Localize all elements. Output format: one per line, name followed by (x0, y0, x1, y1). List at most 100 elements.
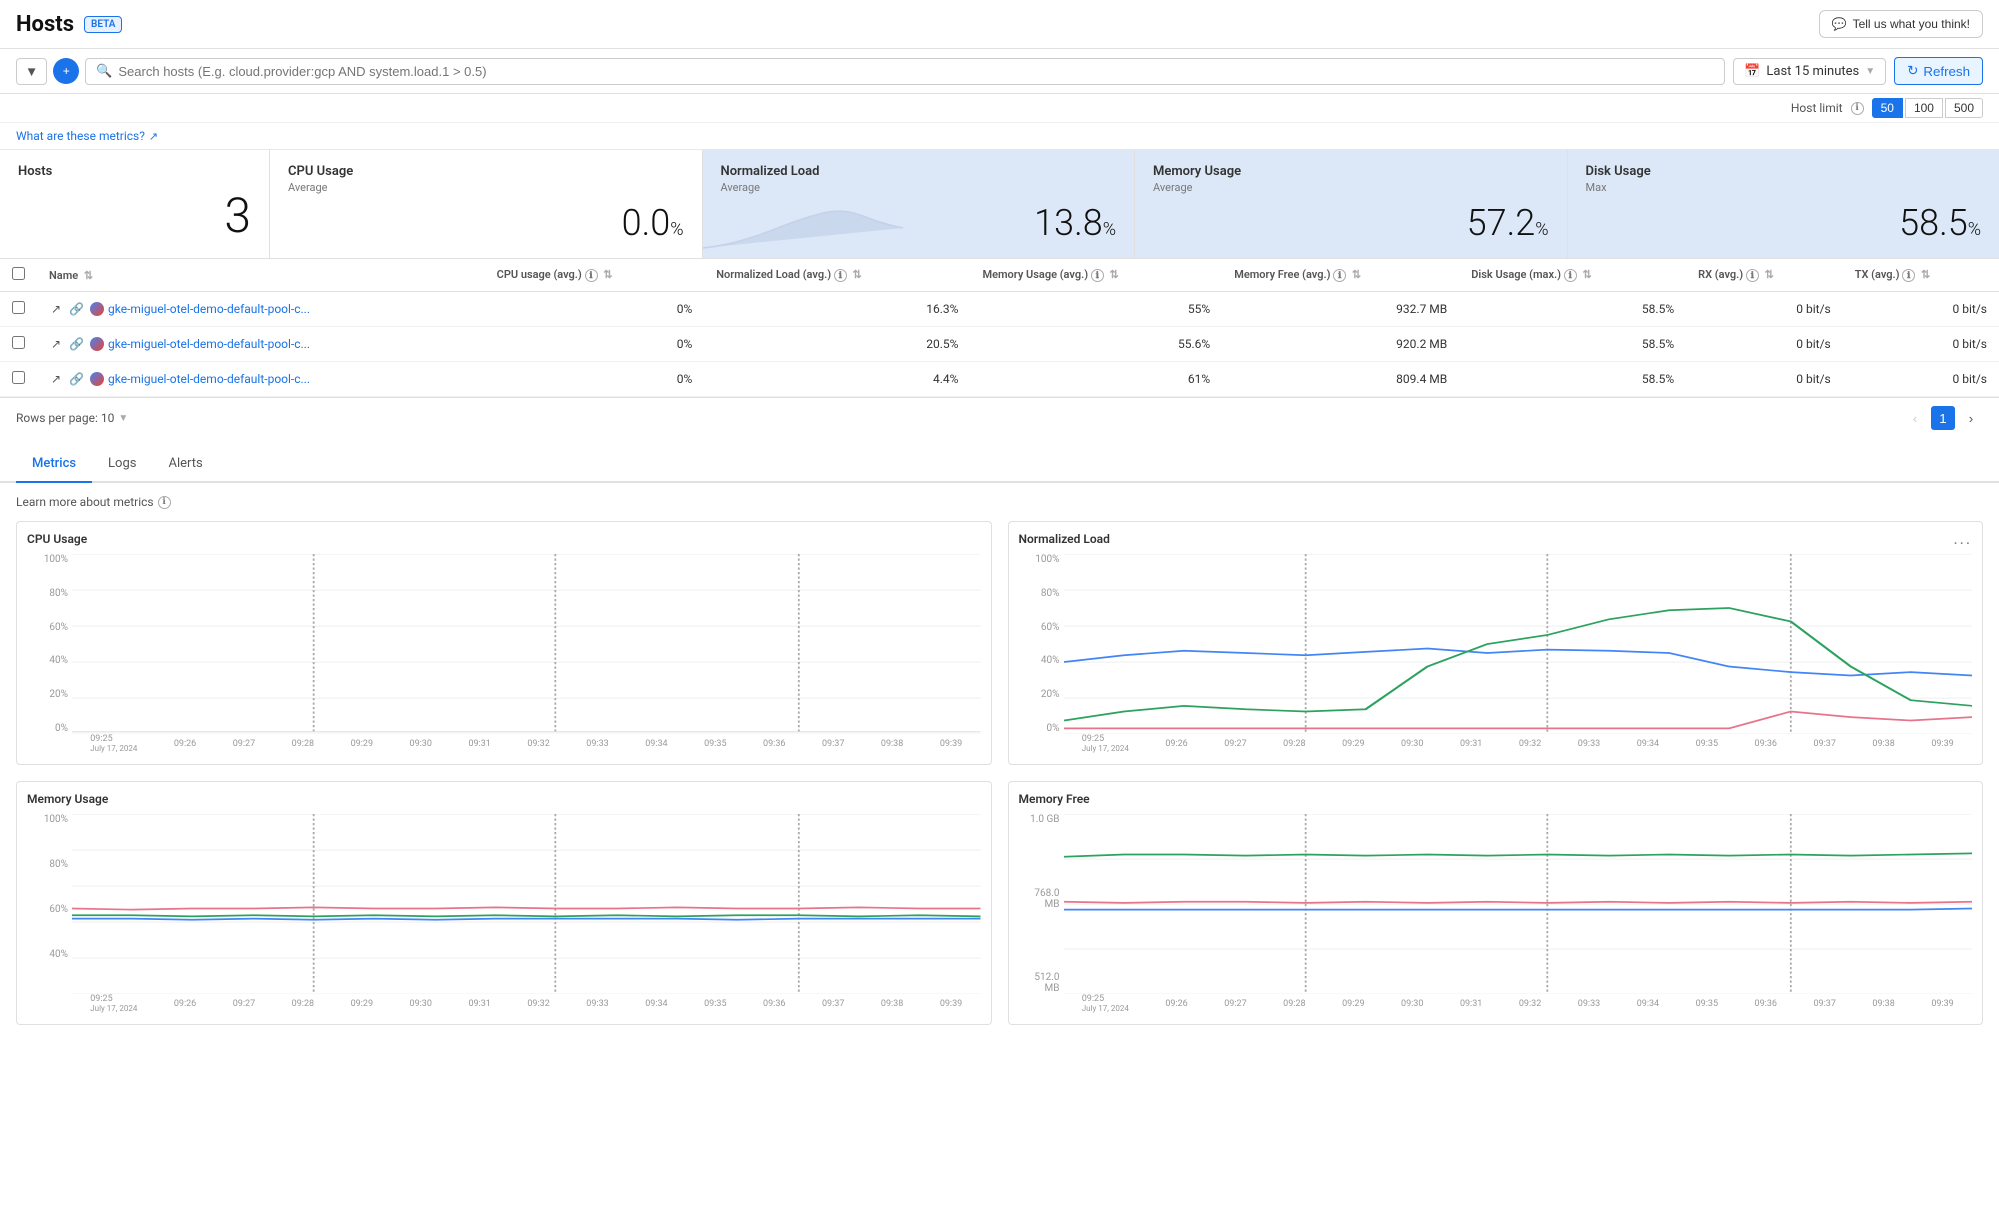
host-limit-label: Host limit (1791, 101, 1843, 115)
toolbar-right: 📅 Last 15 minutes ▼ ↻ Refresh (1733, 57, 1983, 85)
data-table-section: Name ⇅ CPU usage (avg.) ℹ ⇅ Normalized L… (0, 259, 1999, 397)
summary-card-disk: Disk Usage Max 58.5% (1568, 150, 1999, 258)
normload-sort-icon[interactable]: ⇅ (853, 268, 862, 281)
rx-sort-icon[interactable]: ⇅ (1765, 268, 1774, 281)
external-link-icon: ↗ (149, 130, 158, 143)
memory-free-chart-card: Memory Free 1.0 GB768.0 MB512.0 MB (1008, 781, 1984, 1025)
host-favicon-2 (90, 372, 104, 386)
rx-col-info-icon[interactable]: ℹ (1746, 269, 1759, 282)
row-link-button-1[interactable]: 🔗 (67, 335, 86, 353)
diskusage-col-info-icon[interactable]: ℹ (1564, 269, 1577, 282)
host-limit-info-icon[interactable]: ℹ (1851, 102, 1864, 115)
cpu-sort-icon[interactable]: ⇅ (603, 268, 612, 281)
search-input[interactable] (118, 64, 1714, 79)
page-1-button[interactable]: 1 (1931, 406, 1955, 430)
prev-page-button[interactable]: ‹ (1903, 406, 1927, 430)
row-open-button-1[interactable]: ↗ (49, 335, 63, 353)
memusage-column-header: Memory Usage (avg.) ℹ ⇅ (970, 259, 1222, 292)
normload-chart-options[interactable]: ··· (1953, 534, 1972, 553)
row-checkbox-1[interactable] (12, 336, 25, 349)
cpu-column-header: CPU usage (avg.) ℹ ⇅ (485, 259, 705, 292)
cpu-col-info-icon[interactable]: ℹ (585, 269, 598, 282)
time-picker[interactable]: 📅 Last 15 minutes ▼ (1733, 58, 1886, 85)
row-memfree-0: 932.7 MB (1222, 292, 1459, 327)
diskusage-column-header: Disk Usage (max.) ℹ ⇅ (1459, 259, 1686, 292)
learn-more-info-icon[interactable]: ℹ (158, 496, 171, 509)
normload-col-info-icon[interactable]: ℹ (834, 269, 847, 282)
row-checkbox-0[interactable] (12, 301, 25, 314)
table-row: ↗ 🔗 gke-miguel-otel-demo-default-pool-c.… (0, 327, 1999, 362)
host-link-2[interactable]: gke-miguel-otel-demo-default-pool-c... (108, 372, 310, 386)
summary-row: Hosts 3 CPU Usage Average 0.0% Normalize… (0, 150, 1999, 259)
cpu-card-subtitle: Average (288, 181, 684, 194)
row-memory-1: 55.6% (970, 327, 1222, 362)
learn-more-text: Learn more about metrics (16, 495, 154, 509)
rows-per-page[interactable]: Rows per page: 10 ▼ (16, 411, 128, 425)
host-limit-bar: Host limit ℹ 50 100 500 (0, 94, 1999, 123)
hosts-table: Name ⇅ CPU usage (avg.) ℹ ⇅ Normalized L… (0, 259, 1999, 397)
disk-card-subtitle: Max (1586, 181, 1982, 194)
cpu-x-axis: 09:25July 17, 2024 09:2609:2709:2809:29 … (72, 734, 981, 754)
tabs-bar: Metrics Logs Alerts (0, 446, 1999, 483)
memusage-col-info-icon[interactable]: ℹ (1091, 269, 1104, 282)
search-box: 🔍 (85, 58, 1725, 85)
tab-metrics[interactable]: Metrics (16, 446, 92, 483)
memory-unit: % (1535, 219, 1548, 240)
add-filter-button[interactable]: + (53, 58, 79, 84)
pagination-bar: Rows per page: 10 ▼ ‹ 1 › (0, 397, 1999, 438)
row-open-button-0[interactable]: ↗ (49, 300, 63, 318)
normalized-load-chart-card: Normalized Load ··· 100%80%60%40%20%0% (1008, 521, 1984, 765)
tab-alerts[interactable]: Alerts (152, 446, 218, 483)
select-all-checkbox[interactable] (12, 267, 25, 280)
row-memory-2: 61% (970, 362, 1222, 397)
memory-chart-inner (72, 814, 981, 994)
memfree-col-info-icon[interactable]: ℹ (1333, 269, 1346, 282)
cpu-chart-area: 100%80%60%40%20%0% (27, 554, 981, 754)
row-checkbox-cell (0, 327, 37, 362)
host-limit-50[interactable]: 50 (1872, 98, 1903, 118)
tab-logs[interactable]: Logs (92, 446, 152, 483)
tx-col-info-icon[interactable]: ℹ (1902, 269, 1915, 282)
normload-y-axis: 100%80%60%40%20%0% (1019, 554, 1064, 734)
diskusage-sort-icon[interactable]: ⇅ (1582, 268, 1591, 281)
row-checkbox-2[interactable] (12, 371, 25, 384)
host-favicon-0 (90, 302, 104, 316)
chevron-down-icon: ▼ (1865, 66, 1875, 77)
metrics-link[interactable]: What are these metrics? ↗ (16, 129, 1983, 143)
normload-card-subtitle: Average (721, 181, 1117, 194)
metrics-link-text: What are these metrics? (16, 129, 145, 143)
row-memfree-2: 809.4 MB (1222, 362, 1459, 397)
row-tx-2: 0 bit/s (1843, 362, 1999, 397)
row-link-button-0[interactable]: 🔗 (67, 300, 86, 318)
row-link-button-2[interactable]: 🔗 (67, 370, 86, 388)
host-limit-500[interactable]: 500 (1945, 98, 1983, 118)
feedback-label: Tell us what you think! (1853, 17, 1970, 31)
memfree-sort-icon[interactable]: ⇅ (1352, 268, 1361, 281)
plus-icon: + (63, 64, 70, 78)
row-normload-2: 4.4% (704, 362, 970, 397)
memfree-column-header: Memory Free (avg.) ℹ ⇅ (1222, 259, 1459, 292)
row-open-button-2[interactable]: ↗ (49, 370, 63, 388)
refresh-button[interactable]: ↻ Refresh (1894, 57, 1983, 85)
memusage-sort-icon[interactable]: ⇅ (1110, 268, 1119, 281)
normload-chart-area: 100%80%60%40%20%0% (1019, 554, 1973, 754)
host-link-1[interactable]: gke-miguel-otel-demo-default-pool-c... (108, 337, 310, 351)
name-sort-icon[interactable]: ⇅ (84, 269, 93, 282)
table-row: ↗ 🔗 gke-miguel-otel-demo-default-pool-c.… (0, 292, 1999, 327)
host-limit-100[interactable]: 100 (1905, 98, 1943, 118)
next-page-button[interactable]: › (1959, 406, 1983, 430)
memory-chart-svg (72, 814, 981, 994)
normload-chart-inner (1064, 554, 1973, 734)
filter-dropdown-button[interactable]: ▼ (16, 58, 47, 85)
normload-x-axis: 09:25July 17, 2024 09:2609:2709:2809:29 … (1064, 734, 1973, 754)
row-disk-0: 58.5% (1459, 292, 1686, 327)
normload-chart-title: Normalized Load (1019, 532, 1110, 546)
table-row: ↗ 🔗 gke-miguel-otel-demo-default-pool-c.… (0, 362, 1999, 397)
cpu-usage-chart-card: CPU Usage 100%80%60%40%20%0% (16, 521, 992, 765)
normload-unit: % (1103, 219, 1116, 240)
calendar-icon: 📅 (1744, 64, 1760, 79)
host-link-0[interactable]: gke-miguel-otel-demo-default-pool-c... (108, 302, 310, 316)
tx-sort-icon[interactable]: ⇅ (1921, 268, 1930, 281)
row-checkbox-cell (0, 292, 37, 327)
feedback-button[interactable]: 💬 Tell us what you think! (1819, 10, 1983, 38)
